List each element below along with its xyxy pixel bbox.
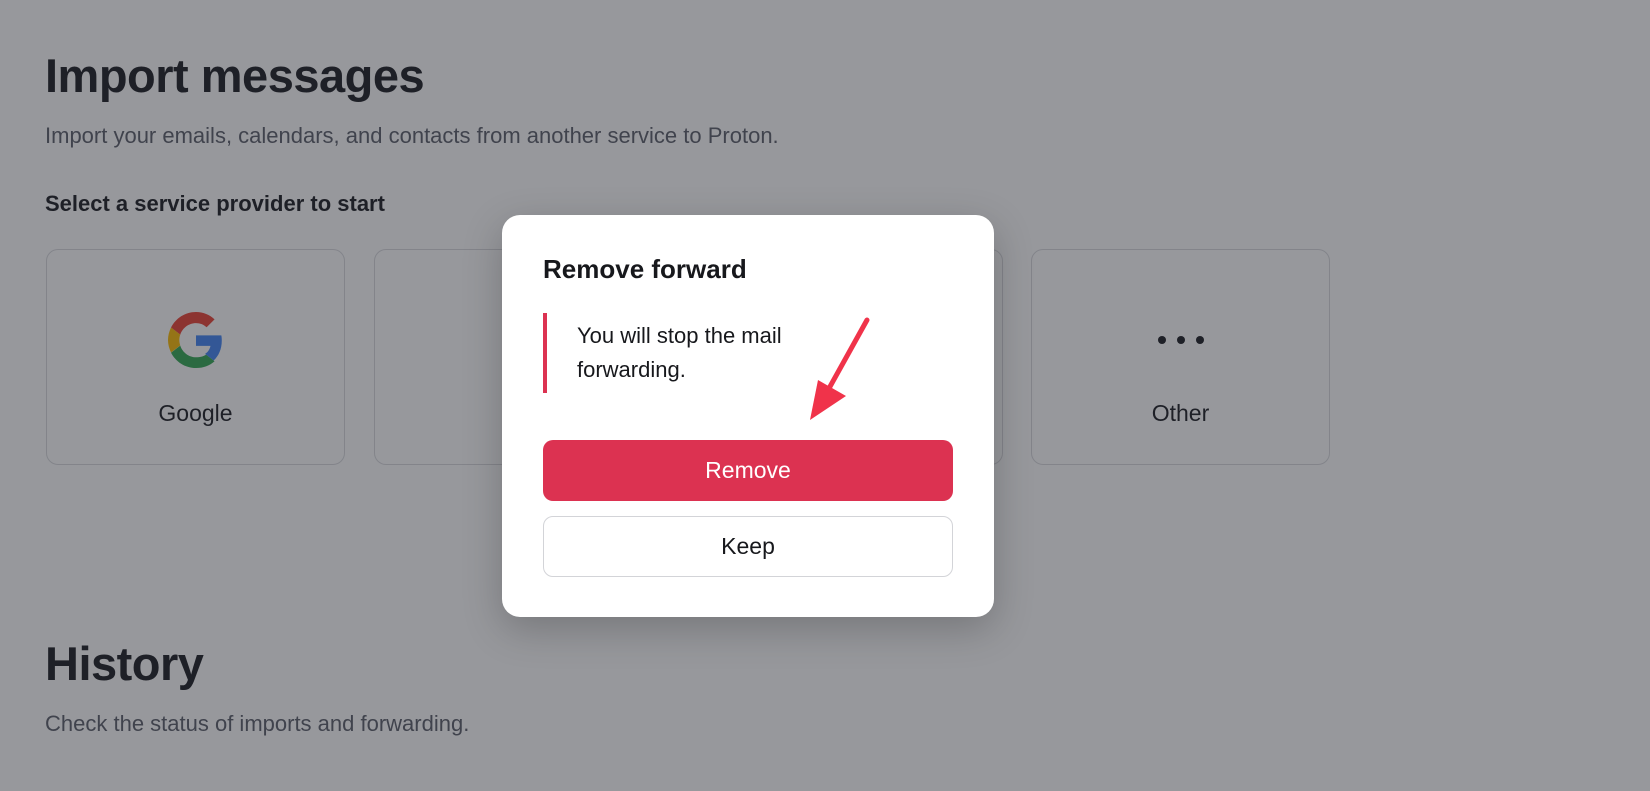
keep-button[interactable]: Keep [543, 516, 953, 577]
remove-button[interactable]: Remove [543, 440, 953, 501]
dialog-message: You will stop the mail forwarding. [543, 313, 877, 393]
dialog-title: Remove forward [543, 254, 747, 284]
remove-forward-dialog: Remove forward You will stop the mail fo… [502, 215, 994, 617]
